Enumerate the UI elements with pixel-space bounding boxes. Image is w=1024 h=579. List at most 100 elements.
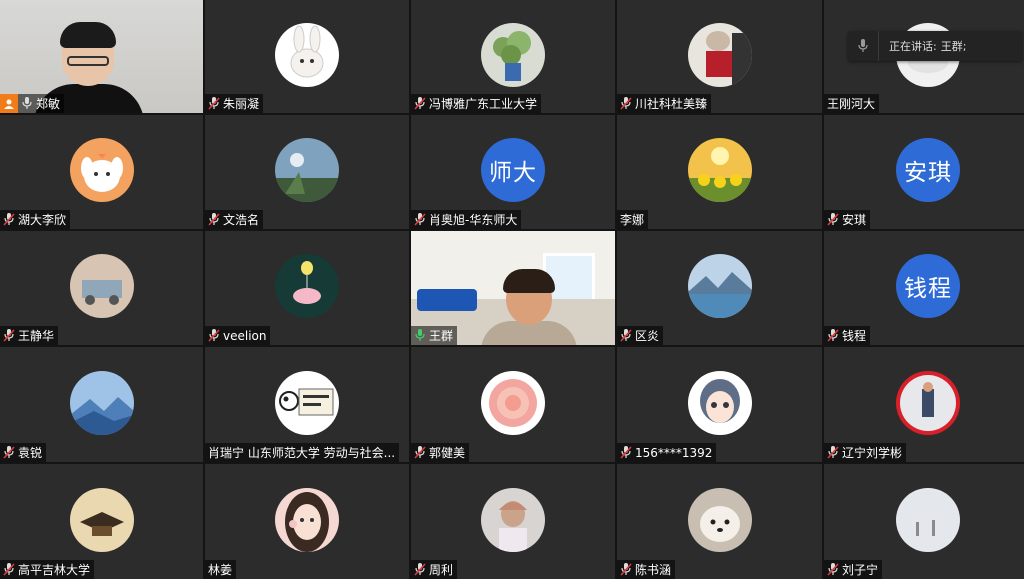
mic-muted-icon xyxy=(208,97,223,110)
avatar xyxy=(275,370,339,435)
microphone-icon xyxy=(21,97,36,110)
mic-muted-icon xyxy=(3,563,18,576)
participant-name: 文浩名 xyxy=(223,213,260,227)
participant-nametag: 袁锐 xyxy=(0,443,47,462)
participant-nametag: 周利 xyxy=(411,560,458,579)
participant-tile[interactable]: 郑敏 xyxy=(0,0,203,113)
avatar xyxy=(275,22,339,87)
avatar xyxy=(481,370,545,435)
microphone-icon xyxy=(414,329,429,342)
mic-muted-icon xyxy=(620,97,635,110)
avatar xyxy=(687,370,752,435)
participant-nametag: veelion xyxy=(205,326,271,345)
participant-name: veelion xyxy=(223,328,267,343)
participant-name: 郭健美 xyxy=(429,446,466,460)
participant-tile[interactable]: 辽宁刘学彬 xyxy=(824,347,1024,462)
participant-name: 陈书涵 xyxy=(635,563,672,577)
participant-nametag: 辽宁刘学彬 xyxy=(824,443,907,462)
microphone-icon xyxy=(848,31,879,61)
participant-name: 肖瑞宁 山东师范大学 劳动与社会... xyxy=(208,446,396,460)
participant-name: 高平吉林大学 xyxy=(18,563,91,577)
participant-name: 湖大李欣 xyxy=(18,213,67,227)
mic-muted-icon xyxy=(827,329,842,342)
mic-muted-icon xyxy=(208,329,223,342)
participant-tile[interactable]: 周利 xyxy=(411,464,615,579)
avatar xyxy=(481,22,545,87)
mic-muted-icon xyxy=(208,213,223,226)
mic-muted-icon xyxy=(827,446,842,459)
participant-name: 王刚河大 xyxy=(827,97,876,111)
participant-nametag: 刘子宁 xyxy=(824,560,883,579)
mic-muted-icon xyxy=(3,329,18,342)
participant-tile[interactable]: 冯博雅广东工业大学 xyxy=(411,0,615,113)
participant-tile[interactable]: 李娜 xyxy=(617,115,822,229)
mic-muted-icon xyxy=(620,563,635,576)
participant-name: 钱程 xyxy=(842,329,867,343)
participant-name: 郑敏 xyxy=(36,97,61,111)
participant-tile[interactable]: 师大 肖奥旭-华东师大 xyxy=(411,115,615,229)
participant-tile[interactable]: 高平吉林大学 xyxy=(0,464,203,579)
participant-nametag: 王刚河大 xyxy=(824,94,880,113)
participant-name: 安琪 xyxy=(842,213,867,227)
avatar xyxy=(687,254,752,318)
mic-muted-icon xyxy=(3,213,18,226)
participant-tile[interactable]: 湖大李欣 xyxy=(0,115,203,229)
participant-tile[interactable]: 刘子宁 xyxy=(824,464,1024,579)
participant-nametag: 陈书涵 xyxy=(617,560,676,579)
avatar xyxy=(687,138,752,202)
participant-tile[interactable]: 郭健美 xyxy=(411,347,615,462)
mic-muted-icon xyxy=(3,446,18,459)
participant-nametag: 李娜 xyxy=(617,210,649,229)
participant-nametag: 冯博雅广东工业大学 xyxy=(411,94,542,113)
participant-nametag: 156****1392 xyxy=(617,443,717,462)
avatar xyxy=(69,254,134,318)
participant-name: 周利 xyxy=(429,563,454,577)
participant-tile[interactable]: 钱程 钱程 xyxy=(824,231,1024,345)
participant-nametag: 高平吉林大学 xyxy=(0,560,95,579)
participant-name: 区炎 xyxy=(635,329,660,343)
participant-nametag: 朱丽凝 xyxy=(205,94,264,113)
participant-tile[interactable]: 林姜 xyxy=(205,464,409,579)
mic-muted-icon xyxy=(827,563,842,576)
participant-nametag: 郑敏 xyxy=(0,94,65,113)
participant-nametag: 王静华 xyxy=(0,326,59,345)
participant-tile[interactable]: 肖瑞宁 山东师范大学 劳动与社会... xyxy=(205,347,409,462)
participant-tile[interactable]: 156****1392 xyxy=(617,347,822,462)
participant-name: 王静华 xyxy=(18,329,55,343)
participant-tile[interactable]: 川社科杜美臻 xyxy=(617,0,822,113)
participant-name: 肖奥旭-华东师大 xyxy=(429,213,518,227)
mic-muted-icon xyxy=(414,563,429,576)
avatar: 钱程 xyxy=(896,254,960,318)
participant-nametag: 林姜 xyxy=(205,560,237,579)
participant-name: 156****1392 xyxy=(635,445,713,460)
avatar xyxy=(896,487,960,552)
participant-name: 王群 xyxy=(429,329,454,343)
mic-muted-icon xyxy=(620,446,635,459)
avatar xyxy=(69,138,134,202)
avatar xyxy=(275,138,339,202)
participant-tile[interactable]: 朱丽凝 xyxy=(205,0,409,113)
mic-muted-icon xyxy=(827,213,842,226)
participant-nametag: 肖奥旭-华东师大 xyxy=(411,210,522,229)
participant-nametag: 区炎 xyxy=(617,326,664,345)
participant-name: 辽宁刘学彬 xyxy=(842,446,903,460)
participant-name: 冯博雅广东工业大学 xyxy=(429,97,538,111)
participant-tile[interactable]: veelion xyxy=(205,231,409,345)
participant-name: 朱丽凝 xyxy=(223,97,260,111)
participant-name: 袁锐 xyxy=(18,446,43,460)
participant-tile[interactable]: 陈书涵 xyxy=(617,464,822,579)
participant-tile[interactable]: 文浩名 xyxy=(205,115,409,229)
speaking-label: 正在讲话: xyxy=(889,40,937,53)
participant-nametag: 王群 xyxy=(411,326,458,345)
participant-tile[interactable]: 袁锐 xyxy=(0,347,203,462)
participant-tile[interactable]: 区炎 xyxy=(617,231,822,345)
participant-tile[interactable]: 王静华 xyxy=(0,231,203,345)
avatar xyxy=(69,370,134,435)
participant-grid: 郑敏 朱丽凝 冯博雅广东工业大学 川社科杜美臻 王刚河大湖大李欣 文浩名 师大 肖奥旭-华东师… xyxy=(0,0,1024,579)
participant-tile[interactable]: 安琪 安琪 xyxy=(824,115,1024,229)
participant-name: 刘子宁 xyxy=(842,563,879,577)
avatar xyxy=(481,487,545,552)
speaking-name: 王群; xyxy=(940,40,967,53)
participant-nametag: 文浩名 xyxy=(205,210,264,229)
participant-tile[interactable]: 王群 xyxy=(411,231,615,345)
